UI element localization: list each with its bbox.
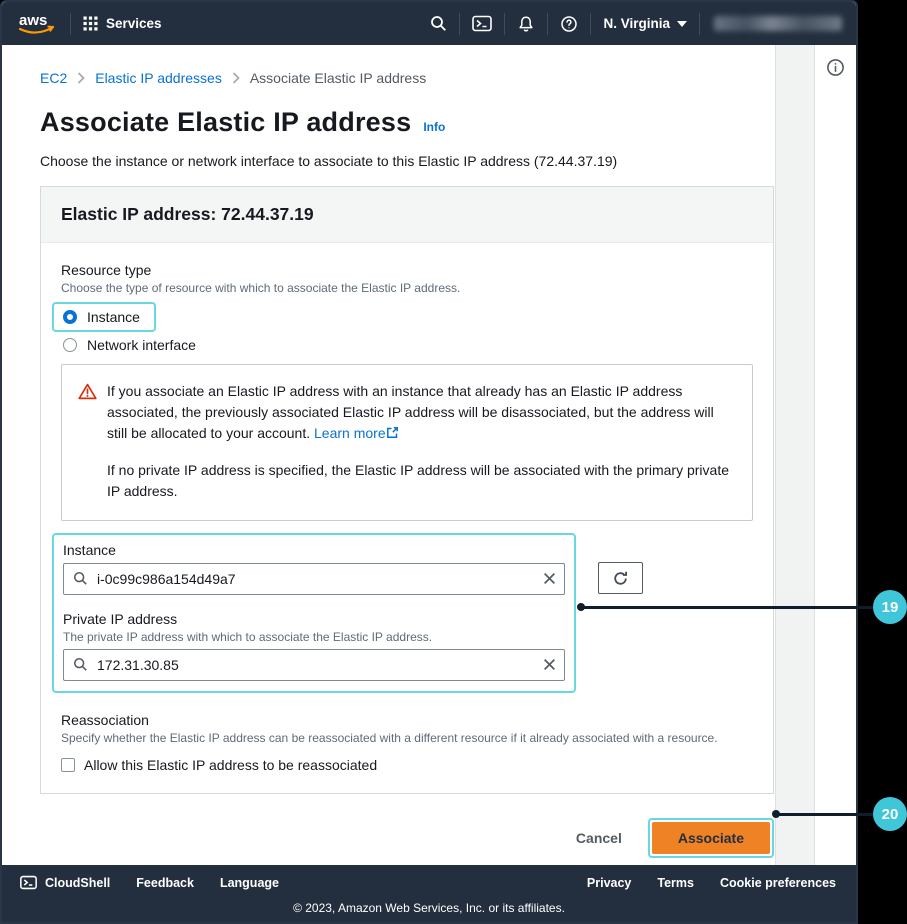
account-menu-redacted[interactable] bbox=[714, 16, 842, 31]
form-actions: Cancel Associate bbox=[40, 818, 774, 858]
services-label: Services bbox=[106, 16, 162, 31]
radio-network-interface-label: Network interface bbox=[87, 337, 196, 353]
radio-instance[interactable]: Instance bbox=[63, 309, 140, 325]
refresh-icon bbox=[612, 570, 629, 587]
card-header-title: Elastic IP address: 72.44.37.19 bbox=[61, 204, 314, 224]
page-title: Associate Elastic IP address bbox=[40, 107, 412, 137]
card-body: Resource type Choose the type of resourc… bbox=[41, 243, 773, 793]
private-ip-label: Private IP address bbox=[63, 611, 178, 627]
cloudshell-button[interactable]: CloudShell bbox=[20, 875, 110, 890]
region-selector[interactable]: N. Virginia bbox=[603, 16, 687, 31]
divider bbox=[459, 12, 461, 35]
cloudshell-label: CloudShell bbox=[45, 875, 111, 890]
feedback-link[interactable]: Feedback bbox=[136, 876, 194, 890]
cancel-button[interactable]: Cancel bbox=[576, 830, 622, 846]
collapsed-info-panel bbox=[815, 45, 856, 865]
associate-form-card: Elastic IP address: 72.44.37.19 Resource… bbox=[40, 186, 774, 794]
search-icon[interactable] bbox=[430, 15, 447, 32]
associate-button[interactable]: Associate bbox=[651, 822, 770, 854]
divider bbox=[590, 12, 592, 35]
clear-private-ip-icon[interactable] bbox=[543, 658, 556, 671]
notifications-bell-icon[interactable] bbox=[517, 15, 535, 33]
main-area: EC2 Elastic IP addresses Associate Elast… bbox=[2, 45, 856, 865]
refresh-button[interactable] bbox=[598, 562, 643, 594]
chevron-down-icon bbox=[677, 20, 687, 27]
external-link-icon bbox=[386, 426, 399, 439]
chevron-right-icon bbox=[77, 72, 86, 84]
cloudshell-terminal-icon bbox=[20, 875, 37, 890]
copyright-text: © 2023, Amazon Web Services, Inc. or its… bbox=[293, 901, 565, 915]
search-icon bbox=[73, 571, 88, 591]
language-link[interactable]: Language bbox=[220, 876, 279, 890]
breadcrumb: EC2 Elastic IP addresses Associate Elast… bbox=[40, 70, 774, 86]
reassociation-checkbox-row[interactable]: Allow this Elastic IP address to be reas… bbox=[61, 757, 753, 773]
divider bbox=[699, 12, 700, 35]
radio-unselected-icon bbox=[63, 338, 77, 352]
callout-highlight-associate: Associate bbox=[647, 818, 774, 858]
info-link[interactable]: Info bbox=[423, 120, 445, 134]
card-header: Elastic IP address: 72.44.37.19 bbox=[41, 187, 773, 243]
reassociation-help: Specify whether the Elastic IP address c… bbox=[61, 731, 718, 745]
chevron-right-icon bbox=[232, 72, 240, 84]
private-ip-input[interactable] bbox=[63, 649, 565, 681]
checkbox-unchecked-icon[interactable] bbox=[61, 758, 75, 772]
radio-network-interface[interactable]: Network interface bbox=[63, 337, 753, 353]
warning-paragraph-2: If no private IP address is specified, t… bbox=[107, 462, 730, 499]
divider bbox=[70, 12, 71, 35]
instance-input[interactable] bbox=[63, 563, 565, 595]
breadcrumb-current: Associate Elastic IP address bbox=[249, 70, 427, 86]
console-footer: CloudShell Feedback Language Privacy Ter… bbox=[2, 865, 856, 922]
page-description: Choose the instance or network interface… bbox=[40, 153, 618, 169]
breadcrumb-ec2[interactable]: EC2 bbox=[40, 70, 67, 86]
callout-highlight-fields: Instance Private IP address bbox=[52, 533, 576, 693]
scrollbar-track[interactable] bbox=[775, 45, 815, 865]
region-label: N. Virginia bbox=[603, 16, 670, 31]
terms-link[interactable]: Terms bbox=[657, 876, 694, 890]
radio-instance-label: Instance bbox=[87, 309, 140, 325]
breadcrumb-elastic-ip-addresses[interactable]: Elastic IP addresses bbox=[95, 70, 222, 86]
warning-box: If you associate an Elastic IP address w… bbox=[61, 364, 753, 521]
services-menu[interactable]: Services bbox=[83, 16, 162, 31]
reassociation-checkbox-label: Allow this Elastic IP address to be reas… bbox=[84, 757, 378, 773]
services-grid-icon bbox=[83, 16, 98, 31]
search-icon bbox=[73, 657, 88, 677]
cloudshell-icon[interactable] bbox=[472, 15, 493, 32]
clear-instance-icon[interactable] bbox=[543, 572, 556, 585]
content-pane: EC2 Elastic IP addresses Associate Elast… bbox=[2, 45, 774, 865]
cookie-preferences-link[interactable]: Cookie preferences bbox=[720, 876, 836, 890]
callout-20-badge: 20 bbox=[873, 797, 907, 831]
callout-19-badge: 19 bbox=[873, 590, 907, 624]
divider bbox=[504, 12, 506, 35]
radio-selected-icon bbox=[63, 310, 77, 324]
resource-type-help: Choose the type of resource with which t… bbox=[61, 281, 461, 295]
resource-type-label: Resource type bbox=[61, 262, 152, 278]
privacy-link[interactable]: Privacy bbox=[587, 876, 631, 890]
divider bbox=[547, 12, 549, 35]
aws-logo[interactable]: aws bbox=[16, 10, 58, 37]
reassociation-label: Reassociation bbox=[61, 712, 149, 728]
browser-window: aws Services N. Virginia EC2 Elastic IP … bbox=[0, 0, 858, 924]
info-panel-icon[interactable] bbox=[826, 58, 845, 77]
private-ip-help: The private IP address with which to ass… bbox=[63, 630, 433, 644]
help-icon[interactable] bbox=[560, 15, 578, 33]
callout-highlight-instance-radio: Instance bbox=[52, 302, 156, 332]
instance-field-label: Instance bbox=[63, 542, 116, 558]
aws-logo-text: aws bbox=[19, 12, 47, 29]
warning-paragraph-1: If you associate an Elastic IP address w… bbox=[107, 383, 714, 441]
learn-more-link[interactable]: Learn more bbox=[314, 425, 386, 441]
aws-top-nav: aws Services N. Virginia bbox=[2, 2, 856, 45]
warning-triangle-icon bbox=[78, 383, 97, 444]
